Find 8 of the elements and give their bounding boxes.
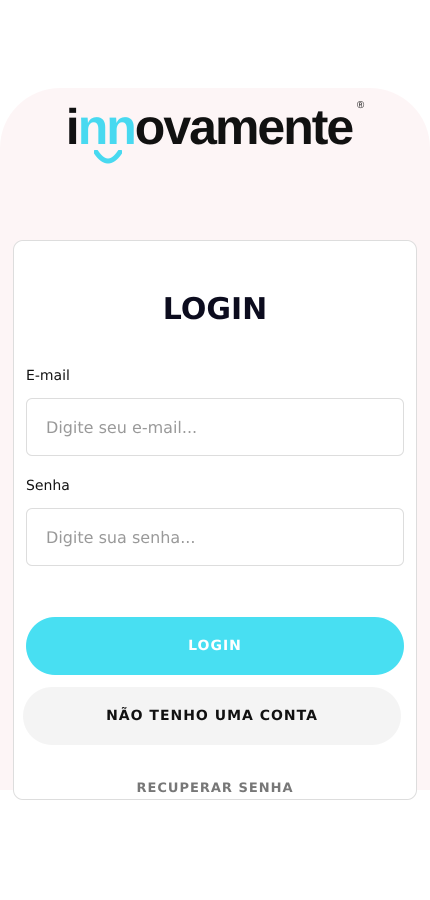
- recover-password-link[interactable]: RECUPERAR SENHA: [136, 779, 294, 798]
- signup-button[interactable]: NÃO TENHO UMA CONTA: [23, 687, 401, 745]
- logo: innovamente$^{®}$: [66, 102, 364, 170]
- field-label: Senha: [26, 477, 71, 496]
- login-title: LOGIN: [162, 291, 268, 329]
- field-label: E-mail: [26, 367, 71, 386]
- input-field[interactable]: Digite sua senha...: [26, 508, 404, 566]
- input-field[interactable]: Digite seu e-mail...: [26, 398, 404, 456]
